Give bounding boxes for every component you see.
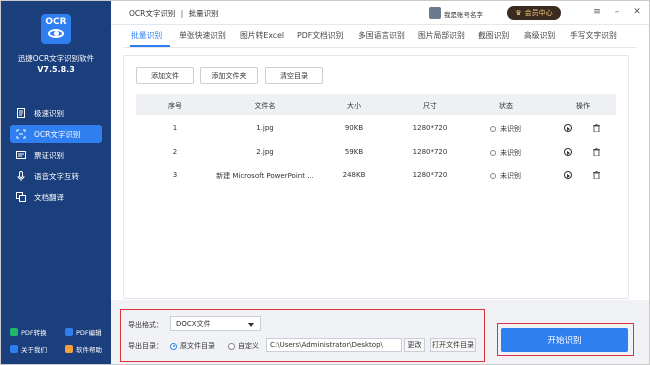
clear-list-button[interactable]: 清空目录 [265,67,323,84]
add-file-button[interactable]: 添加文件 [136,67,194,84]
change-path-button[interactable]: 更改 [404,338,425,352]
sidebar-item-voice[interactable]: 语音文字互转 [10,167,102,185]
row-index: 1 [172,124,178,132]
sidebar-pdf-edit[interactable]: PDF编辑 [65,327,102,337]
tab-pdf[interactable]: PDF文档识别 [297,30,343,41]
translate-icon [16,192,26,202]
row-size: 90KB [344,124,364,132]
row-dimensions: 1280*720 [412,171,448,179]
chevron-down-icon [248,323,254,327]
export-format-label: 导出格式： [128,321,163,329]
column-size: 大小 [347,102,361,110]
help-icon [65,345,73,353]
top-bar: OCR文字识别 | 批量识别 我是账号名字 ♛ 会员中心 ≡ – ✕ [111,1,649,25]
tab-image-to-excel[interactable]: 图片转Excel [240,30,284,41]
row-size: 59KB [344,148,364,156]
avatar[interactable] [429,7,441,19]
tab-bar: 批量识别 单张快速识别 图片转Excel PDF文档识别 多国语言识别 图片局部… [111,26,649,48]
sidebar-about[interactable]: 关于我们 [10,344,47,354]
row-index: 2 [172,148,178,156]
tab-handwriting[interactable]: 手写文字识别 [570,30,617,41]
export-format-select[interactable]: DOCX文件 [170,316,261,331]
row-dimensions: 1280*720 [412,148,448,156]
close-icon[interactable]: ✕ [631,6,643,18]
pdf-convert-icon [10,328,18,336]
column-dimensions: 尺寸 [423,102,437,110]
tab-multilang[interactable]: 多国语言识别 [358,30,405,41]
tab-partial[interactable]: 图片局部识别 [418,30,465,41]
pdf-edit-icon [65,328,73,336]
status-dot-icon [490,126,496,132]
app-logo: OCR [41,14,71,44]
sidebar-item-label: 文档翻译 [34,192,64,202]
play-icon[interactable] [564,148,572,156]
sidebar-item-label: 极速识别 [34,108,64,118]
export-dir-label: 导出目录： [128,342,163,350]
status-dot-icon [490,173,496,179]
trash-icon[interactable] [593,171,600,179]
column-actions: 操作 [576,102,590,110]
row-filename: 1.jpg [256,124,274,132]
breadcrumb: OCR文字识别 | 批量识别 [129,9,219,18]
app-version: V7.5.8.3 [37,65,75,74]
trash-icon[interactable] [593,124,600,132]
tab-screenshot[interactable]: 截图识别 [478,30,509,41]
tab-batch[interactable]: 批量识别 [131,30,162,41]
open-folder-button[interactable]: 打开文件目录 [430,338,476,352]
row-size: 248KB [342,171,366,179]
radio-custom-dir[interactable]: 自定义 [228,341,259,351]
row-status: 未识别 [490,124,521,134]
active-tab-indicator [130,45,170,47]
play-icon[interactable] [564,171,572,179]
row-status: 未识别 [490,171,521,181]
status-dot-icon [490,150,496,156]
export-path-input[interactable]: C:\Users\Administrator\Desktop\ [266,338,402,352]
radio-checked-icon [170,342,177,350]
sidebar-pdf-convert[interactable]: PDF转换 [10,327,47,337]
ocr-icon [16,129,26,139]
column-status: 状态 [499,102,513,110]
sidebar-item-label: 票证识别 [34,150,64,160]
trash-icon[interactable] [593,148,600,156]
username[interactable]: 我是账号名字 [444,9,483,19]
tab-advanced[interactable]: 高级识别 [524,30,555,41]
sidebar-item-translate[interactable]: 文档翻译 [10,188,102,206]
start-recognition-button[interactable]: 开始识别 [501,328,628,352]
row-status: 未识别 [490,148,521,158]
document-icon [17,108,25,118]
sidebar-item-fast-recognition[interactable]: 极速识别 [10,104,102,122]
menu-icon[interactable]: ≡ [591,6,603,18]
table-header [136,94,616,115]
radio-unchecked-icon [228,342,235,350]
sidebar: OCR 迅捷OCR文字识别软件 V7.5.8.3 极速识别 OCR文字识别 票证… [1,1,111,364]
row-filename: 新建 Microsoft PowerPoint ... [216,172,314,180]
play-icon[interactable] [564,124,572,132]
column-filename: 文件名 [254,102,276,110]
sidebar-item-ticket[interactable]: 票证识别 [10,146,102,164]
sidebar-item-label: OCR文字识别 [34,129,81,139]
ticket-icon [16,151,26,159]
radio-source-dir[interactable]: 原文件目录 [170,341,215,351]
vip-center-button[interactable]: ♛ 会员中心 [507,6,561,20]
row-dimensions: 1280*720 [412,124,448,132]
crown-icon: ♛ [515,9,522,17]
breadcrumb-root[interactable]: OCR文字识别 [129,9,175,18]
file-panel [123,55,629,299]
row-index: 3 [172,171,178,179]
app-name: 迅捷OCR文字识别软件 [17,54,95,63]
tab-single-fast[interactable]: 单张快速识别 [179,30,226,41]
sidebar-item-label: 语音文字互转 [34,171,79,181]
info-icon [10,345,18,353]
add-folder-button[interactable]: 添加文件夹 [200,67,258,84]
sidebar-item-ocr[interactable]: OCR文字识别 [10,125,102,143]
minimize-icon[interactable]: – [611,6,623,18]
sidebar-help[interactable]: 软件帮助 [65,344,102,354]
column-index: 序号 [168,102,182,110]
breadcrumb-current: 批量识别 [188,9,219,18]
microphone-icon [17,171,25,181]
row-filename: 2.jpg [256,148,274,156]
